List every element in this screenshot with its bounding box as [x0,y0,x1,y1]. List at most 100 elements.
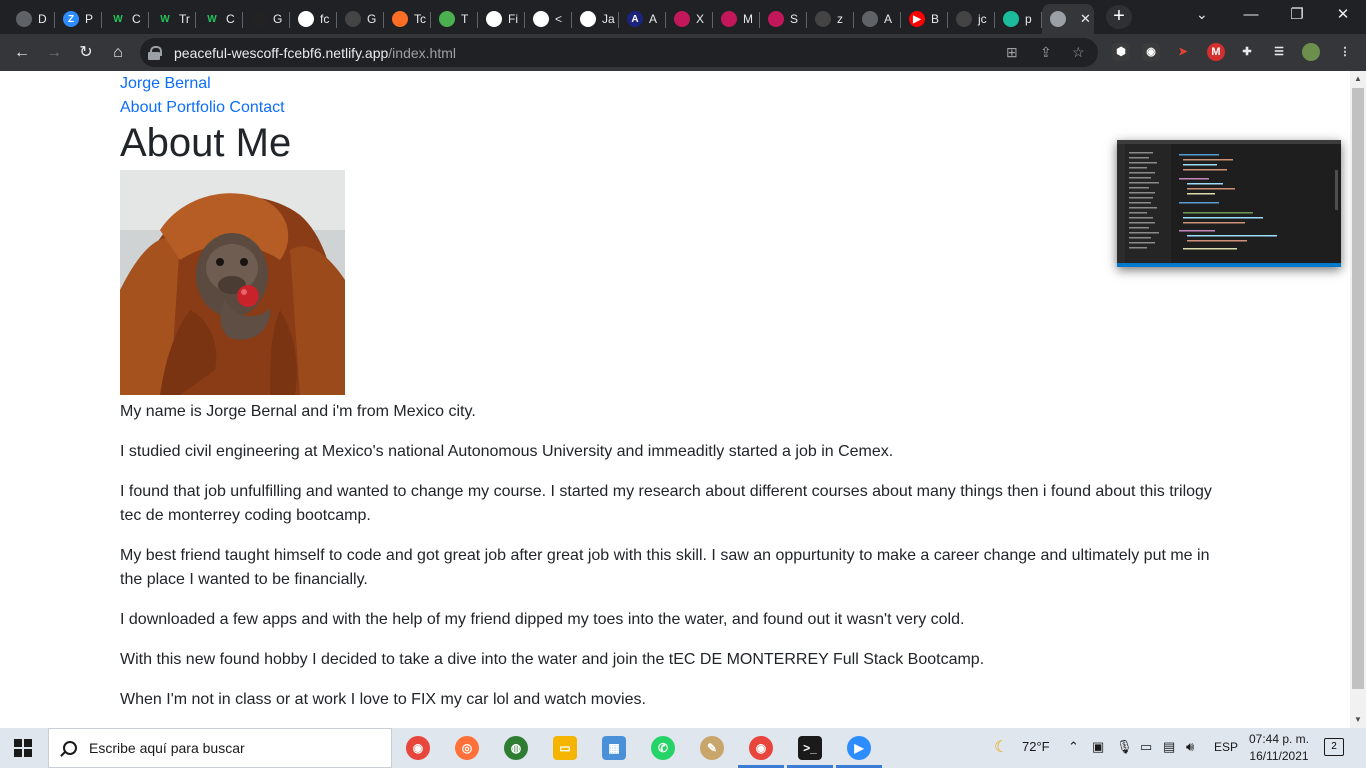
file-explorer-icon[interactable]: ▭ [553,736,577,760]
notification-center-icon[interactable]: 2 [1324,738,1344,756]
tab-title: < [555,12,563,26]
weather-moon-icon[interactable]: ☾ [994,737,1008,757]
tab-favicon-icon: W [113,13,123,25]
tab-favicon-icon [486,11,502,27]
firefox-icon[interactable]: ◎ [455,736,479,760]
browser-tab[interactable]: Tc [384,4,431,34]
tab-active[interactable]: ✕ [1042,4,1094,34]
scroll-down-arrow[interactable]: ▼ [1350,712,1366,728]
tab-close-icon[interactable]: ✕ [1080,11,1091,27]
tab-title: jc [978,12,987,26]
browser-tab[interactable]: z [807,4,854,34]
bookmark-star-icon[interactable]: ☆ [1072,44,1085,61]
control-panel-icon[interactable]: ▦ [602,736,626,760]
menu-icon[interactable]: ⋮ [1336,43,1354,61]
tab-title: B [931,12,940,26]
page-title: About Me [120,121,292,165]
chrome-icon[interactable]: ◉ [406,736,430,760]
tab-favicon-icon [16,11,32,27]
microphone-icon[interactable]: 🎙︎ [1116,739,1133,755]
nav-contact-link[interactable]: Contact [229,99,284,116]
browser-tab[interactable]: D [8,4,55,34]
zoom-icon[interactable]: ▶ [847,736,871,760]
browser-tab[interactable]: fc [290,4,337,34]
meet-now-icon[interactable]: ▣ [1092,739,1104,755]
browser-tab[interactable]: WC [196,4,243,34]
whatsapp-icon[interactable]: ✆ [651,736,675,760]
address-bar[interactable]: peaceful-wescoff-fcebf6.netlify.app/inde… [140,38,1098,67]
paint-icon[interactable]: ✎ [700,736,724,760]
language-indicator[interactable]: ESP [1214,740,1238,754]
reading-list-icon[interactable]: ☰ [1270,43,1288,61]
lock-icon[interactable] [148,45,162,60]
tab-title: C [132,12,141,26]
browser-tab[interactable]: T [431,4,478,34]
minimize-button[interactable]: — [1228,4,1274,28]
browser-tab[interactable]: WC [102,4,149,34]
tab-title: X [696,12,705,26]
tab-search-icon[interactable]: ⌄ [1196,6,1208,23]
browser-tab[interactable]: AA [619,4,666,34]
taskbar-clock[interactable]: 07:44 p. m. 16/11/2021 [1236,731,1322,765]
browser-tab[interactable]: X [666,4,713,34]
forward-button[interactable]: → [42,41,66,65]
battery-icon[interactable]: ▭ [1140,739,1152,755]
bio-paragraph: With this new found hobby I decided to t… [120,651,985,668]
weather-temperature[interactable]: 72°F [1022,739,1050,754]
terminal-icon[interactable]: >_ [798,736,822,760]
network-icon[interactable]: ▤ [1163,739,1175,755]
reload-button[interactable]: ↻ [74,41,98,65]
show-hidden-icons-icon[interactable]: ⌃ [1068,739,1079,755]
tab-favicon-icon [345,11,361,27]
about-text: My name is Jorge Bernal and i'm from Mex… [120,400,1230,712]
tab-favicon-icon [298,11,314,27]
picture-in-picture-window[interactable] [1117,140,1341,267]
nav-about-link[interactable]: About [120,99,162,116]
browser-tab[interactable]: ZP [55,4,102,34]
home-button[interactable]: ⌂ [106,41,130,65]
tab-favicon-icon [533,11,549,27]
volume-icon[interactable]: 🔊︎ [1186,739,1194,755]
browser-tab[interactable]: A [854,4,901,34]
browser-tab[interactable]: Ja [572,4,619,34]
tab-strip: + ⌄ — ❐ ✕ D Z P W C W Tr W C Gfc G Tc T Fi < Ja A A X M Sz A ▶… [0,0,1366,34]
site-name-link[interactable]: Jorge Bernal [120,72,1230,96]
extension-icon[interactable]: ◉ [1142,43,1160,61]
extension-icon[interactable]: M [1207,43,1225,61]
browser-tab[interactable]: G [337,4,384,34]
browser-tab[interactable]: p [995,4,1042,34]
tab-favicon-icon [721,11,737,27]
scroll-up-arrow[interactable]: ▲ [1350,71,1366,87]
taskbar-search-input[interactable]: Escribe aquí para buscar [48,728,392,768]
tab-title: z [837,12,843,26]
translate-icon[interactable]: ⊞ [1006,44,1018,61]
new-tab-button[interactable]: + [1106,5,1132,29]
windows-start-icon[interactable] [14,739,32,757]
browser-tab[interactable]: jc [948,4,995,34]
browser-tab[interactable]: Fi [478,4,525,34]
profile-avatar[interactable] [1302,43,1320,61]
tab-title: G [273,12,283,26]
maximize-button[interactable]: ❐ [1274,4,1320,28]
tab-title: T [461,12,469,26]
scroll-thumb[interactable] [1352,88,1364,689]
browser-tab[interactable]: < [525,4,572,34]
browser-tab[interactable]: M [713,4,760,34]
browser-tab[interactable]: S [760,4,807,34]
extension-icon[interactable]: ⬢ [1112,43,1130,61]
nav-portfolio-link[interactable]: Portfolio [166,99,225,116]
tab-title: A [649,12,658,26]
browser-tab[interactable]: G [243,4,290,34]
back-button[interactable]: ← [10,41,34,65]
page-scrollbar[interactable]: ▲ ▼ [1350,71,1366,728]
globe-app-icon[interactable]: ◍ [504,736,528,760]
search-placeholder: Escribe aquí para buscar [89,740,245,756]
share-icon[interactable]: ⇪ [1040,44,1052,61]
extension-icon[interactable]: ➤ [1174,43,1192,61]
browser-tab[interactable]: ▶ B [901,4,948,34]
close-window-button[interactable]: ✕ [1320,4,1366,28]
tab-favicon-icon [580,11,596,27]
chrome-active-icon[interactable]: ◉ [749,736,773,760]
extensions-puzzle-icon[interactable]: ✚ [1238,43,1256,61]
browser-tab[interactable]: W Tr [149,4,196,34]
